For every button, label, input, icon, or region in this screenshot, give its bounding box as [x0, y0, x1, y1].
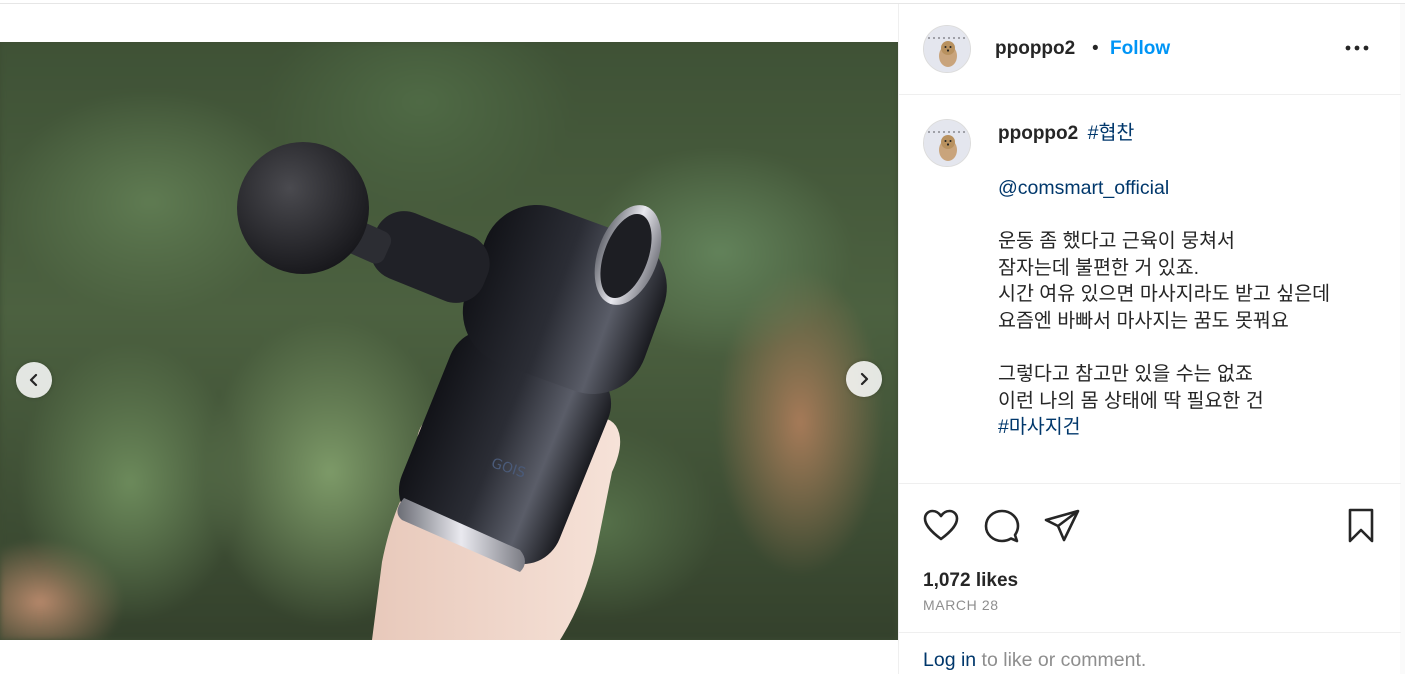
mention-link[interactable]: @comsmart_official [998, 177, 1169, 199]
massage-gun-photo: GOIS [237, 142, 667, 640]
post-header: ppoppo2 • Follow [899, 4, 1401, 95]
caption-text: ppoppo2 #협찬 @comsmart_official 운동 좀 했다고 … [998, 120, 1348, 441]
dog-avatar-image [924, 26, 970, 72]
avatar[interactable] [923, 119, 971, 167]
dog-avatar-image [924, 120, 970, 166]
more-options-icon[interactable] [1343, 38, 1371, 58]
bookmark-icon[interactable] [1341, 506, 1381, 546]
share-icon[interactable] [1042, 506, 1082, 546]
caption-line: 시간 여유 있으면 마사지라도 받고 싶은데 [998, 283, 1331, 305]
follow-button[interactable]: Follow [1110, 38, 1170, 60]
caption-username[interactable]: ppoppo2 [998, 123, 1078, 144]
action-bar: 1,072 likes MARCH 28 [899, 483, 1401, 631]
likes-count[interactable]: 1,072 likes [923, 570, 1018, 592]
chevron-right-icon [860, 372, 869, 386]
login-prompt: Log in to like or comment. [899, 632, 1401, 674]
next-image-button[interactable] [846, 361, 882, 397]
caption-line: 그렇다고 참고만 있을 수는 없죠 [998, 363, 1253, 385]
heart-icon[interactable] [921, 506, 961, 546]
caption-line: 운동 좀 했다고 근육이 뭉쳐서 [998, 230, 1235, 252]
post-side-panel: ppoppo2 • Follow ppoppo2 #협찬 @comsmart_o… [898, 4, 1401, 674]
avatar[interactable] [923, 25, 971, 73]
caption-area: ppoppo2 #협찬 @comsmart_official 운동 좀 했다고 … [899, 96, 1401, 483]
login-prompt-text: to like or comment. [976, 649, 1147, 671]
caption-line: 잠자는데 불편한 거 있죠. [998, 256, 1200, 279]
username[interactable]: ppoppo2 [995, 38, 1075, 60]
post-date: MARCH 28 [923, 597, 999, 613]
login-link[interactable]: Log in [923, 649, 976, 671]
caption-line: 요즘엔 바빠서 마사지는 꿈도 못꿔요 [998, 309, 1289, 332]
hashtag-link[interactable]: #마사지건 [998, 416, 1081, 438]
caption-line: 이런 나의 몸 상태에 딱 필요한 건 [998, 389, 1264, 412]
post-media[interactable]: GOIS [0, 42, 898, 640]
post-dialog: GOIS ppoppo2 • Follow ppoppo2 #협찬 @comsm… [0, 4, 1401, 674]
previous-image-button[interactable] [16, 362, 52, 398]
hashtag-link[interactable]: #협찬 [1088, 122, 1135, 144]
chevron-left-icon [29, 373, 38, 387]
comment-icon[interactable] [982, 506, 1022, 546]
separator-dot: • [1092, 38, 1099, 59]
